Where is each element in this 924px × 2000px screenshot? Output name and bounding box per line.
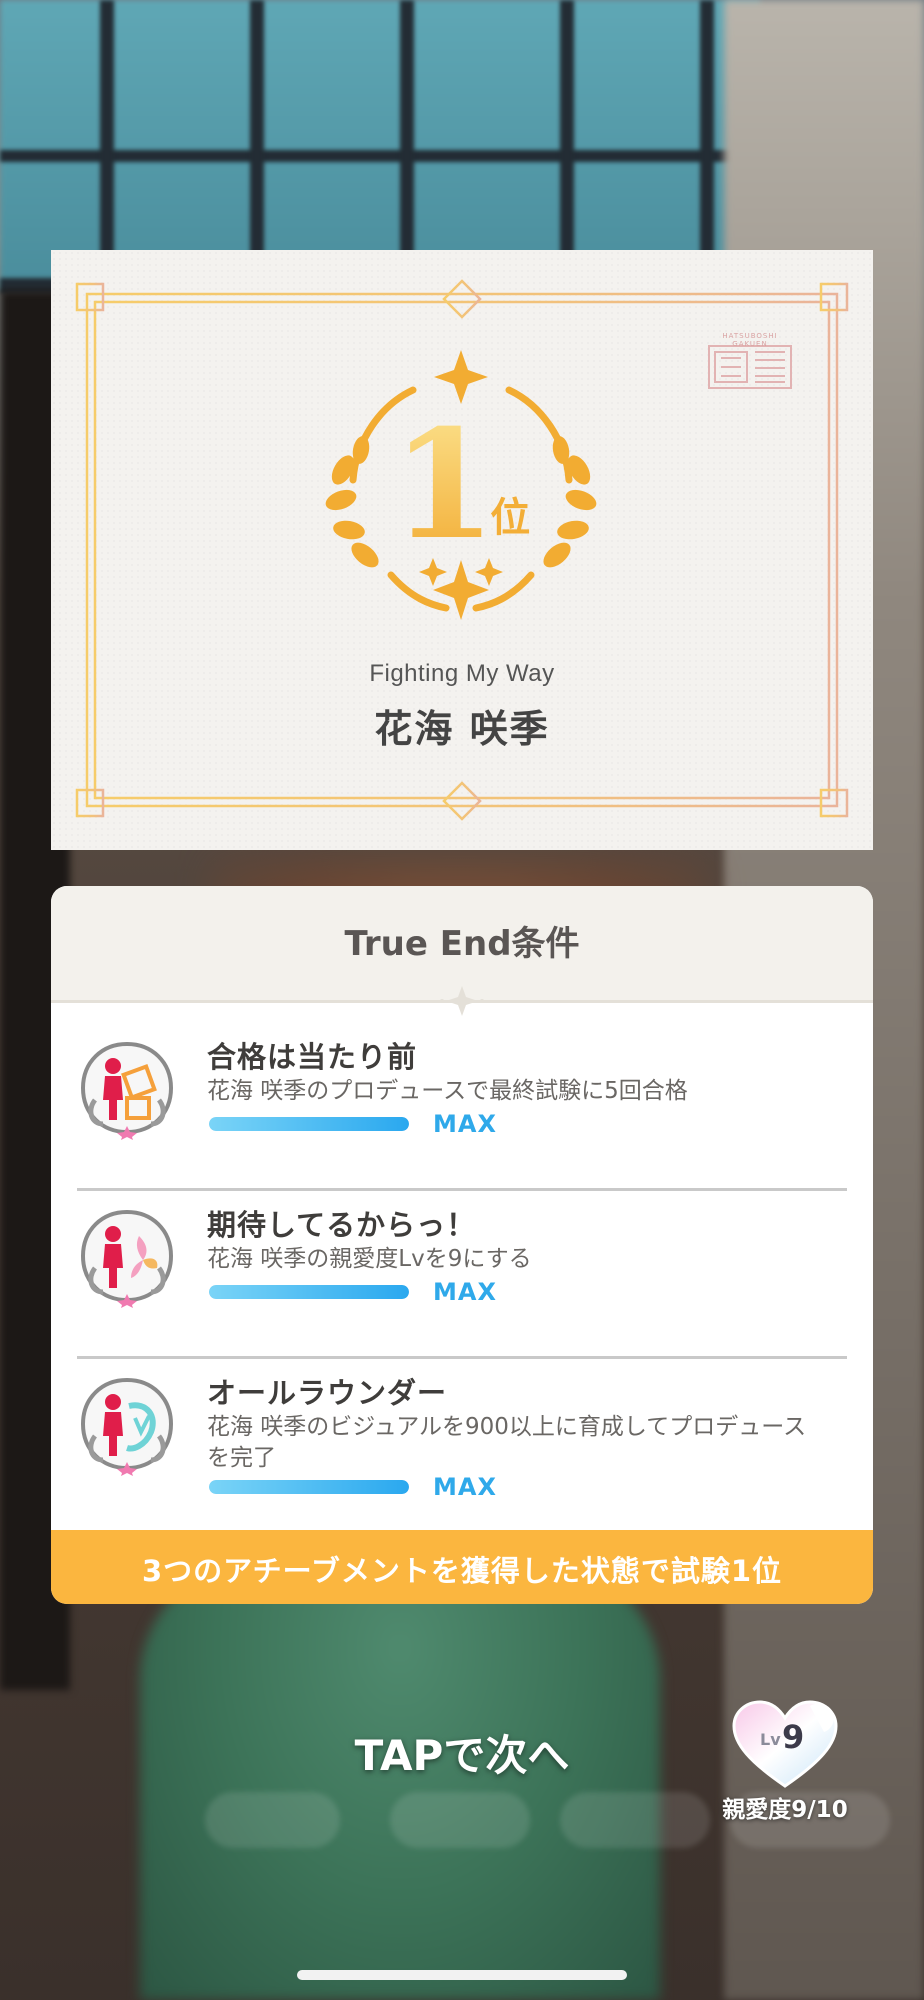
achievement-status: MAX (433, 1110, 497, 1138)
achievement-row: オールラウンダー 花海 咲季のビジュアルを900以上に育成してプロデュースを完了… (77, 1340, 847, 1506)
affinity-lv-prefix: Lv (760, 1730, 781, 1749)
exam-badge-icon (80, 1041, 174, 1140)
conditions-header: True End条件 (51, 886, 873, 1016)
achievement-row: 合格は当たり前 花海 咲季のプロデュースで最終試験に5回合格 MAX (77, 1004, 847, 1170)
requirement-text: 3つのアチーブメントを獲得した状態で試験1位 (141, 1554, 783, 1588)
achievement-description: 花海 咲季のプロデュースで最終試験に5回合格 (207, 1078, 688, 1104)
rank-number: 1位 (321, 410, 601, 560)
achievement-description: 花海 咲季の親愛度Lvを9にする (207, 1246, 532, 1272)
true-end-conditions-panel: True End条件 合格は当たり前 花海 咲季のプロデュースで最終試験に5回合… (51, 886, 873, 1604)
idol-name: 花海 咲季 (374, 707, 550, 751)
achievement-progress-bar (209, 1480, 409, 1494)
affection-badge-icon (80, 1209, 174, 1308)
conditions-title: True End条件 (344, 924, 580, 964)
affinity-lv-value: 9 (782, 1718, 805, 1756)
achievement-status: MAX (433, 1473, 497, 1501)
achievement-status: MAX (433, 1278, 497, 1306)
achievement-progress-bar (209, 1285, 409, 1299)
affinity-label: 親愛度9/10 (722, 1797, 848, 1823)
school-seal: HATSUBOSHI GAKUEN (707, 332, 793, 402)
achievement-title: 期待してるからっ！ (207, 1208, 477, 1242)
background-window (0, 0, 760, 290)
visual-badge-icon (80, 1377, 174, 1476)
affinity-level-indicator[interactable]: Lv 9 親愛度9/10 (700, 1700, 870, 1823)
achievement-title: 合格は当たり前 (207, 1040, 418, 1074)
true-end-requirement-banner: 3つのアチーブメントを獲得した状態で試験1位 (51, 1530, 873, 1604)
rank-suffix: 位 (490, 495, 531, 541)
home-indicator[interactable] (297, 1970, 627, 1980)
rank-emblem: 1位 (321, 350, 601, 630)
achievement-row: 期待してるからっ！ 花海 咲季の親愛度Lvを9にする MAX (77, 1172, 847, 1338)
result-certificate: HATSUBOSHI GAKUEN 1位 Fighting My Way 花海 … (51, 250, 873, 850)
achievement-progress-bar (209, 1117, 409, 1131)
song-title: Fighting My Way (369, 660, 555, 687)
achievement-title: オールラウンダー (207, 1376, 448, 1410)
achievement-description: 花海 咲季のビジュアルを900以上に育成してプロデュースを完了 (207, 1414, 807, 1471)
rank-digit: 1 (391, 397, 497, 573)
